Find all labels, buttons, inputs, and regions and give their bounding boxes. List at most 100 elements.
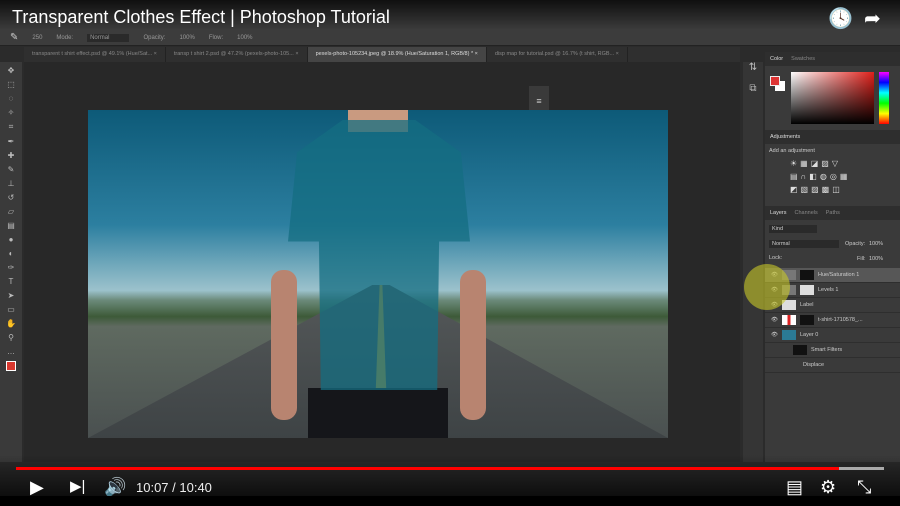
layer-name: Layer 0 bbox=[799, 332, 819, 338]
opacity-label: Opacity: bbox=[143, 34, 166, 41]
foreground-color[interactable] bbox=[770, 76, 780, 86]
play-button[interactable]: ▶ bbox=[30, 477, 44, 497]
filter-mask bbox=[793, 345, 807, 355]
panel-icon-column: ⇅ ⧉ bbox=[743, 62, 763, 462]
video-title[interactable]: Transparent Clothes Effect | Photoshop T… bbox=[12, 7, 390, 28]
right-panels: Color Swatches Adjustments Add an adjust… bbox=[765, 52, 900, 462]
layer-fill[interactable]: 100% bbox=[869, 256, 883, 262]
blend-mode-select[interactable]: Normal bbox=[769, 240, 839, 248]
history-icon[interactable]: ⇅ bbox=[743, 62, 763, 73]
tab-label: pexels-photo-105234.jpeg @ 18.9% (Hue/Sa… bbox=[315, 51, 474, 57]
opacity-label: Opacity: bbox=[845, 241, 866, 247]
lock-label: Lock: bbox=[769, 255, 783, 261]
eye-icon[interactable]: 👁 bbox=[771, 272, 778, 278]
move-tool-icon[interactable]: ✥ bbox=[8, 66, 15, 75]
mode-select[interactable]: Normal bbox=[87, 33, 130, 42]
dodge-icon[interactable]: ◐ bbox=[9, 249, 14, 258]
subtitles-button[interactable]: ▤ bbox=[786, 477, 803, 497]
lasso-tool-icon[interactable]: ◌ bbox=[9, 94, 14, 103]
history-brush-icon[interactable]: ↺ bbox=[8, 193, 15, 202]
layer-thumb bbox=[781, 270, 796, 280]
eye-icon[interactable]: 👁 bbox=[771, 287, 778, 293]
flow-input[interactable]: 100% bbox=[237, 35, 252, 41]
adjustments-title: Adjustments bbox=[770, 134, 801, 140]
layer-thumb bbox=[781, 330, 796, 340]
tab-channels[interactable]: Channels bbox=[795, 210, 818, 216]
adjustments-header: Adjustments bbox=[765, 130, 900, 144]
tab-document[interactable]: transparent t shirt effect.psd @ 49.1% (… bbox=[24, 47, 166, 62]
flow-label: Flow: bbox=[208, 34, 224, 41]
layer-name: Displace bbox=[803, 362, 825, 368]
document-tabs: transparent t shirt effect.psd @ 49.1% (… bbox=[24, 47, 740, 62]
eye-icon[interactable]: 👁 bbox=[771, 332, 778, 338]
fg-bg-color-icon[interactable] bbox=[6, 361, 16, 371]
pen-icon[interactable]: ✑ bbox=[8, 263, 15, 272]
share-icon[interactable]: ➦ bbox=[864, 6, 881, 31]
shape-icon[interactable]: ▭ bbox=[7, 305, 15, 314]
layer-row[interactable]: 👁 Levels 1 bbox=[765, 283, 900, 298]
hand-icon[interactable]: ✋ bbox=[6, 319, 16, 328]
more-icon[interactable]: … bbox=[7, 347, 15, 356]
eraser-icon[interactable]: ▱ bbox=[8, 207, 14, 216]
smart-filters-row[interactable]: Smart Filters bbox=[765, 343, 900, 358]
layer-row[interactable]: 👁 Hue/Saturation 1 bbox=[765, 268, 900, 283]
add-adjustment-label: Add an adjustment bbox=[769, 148, 815, 154]
exit-fullscreen-icon[interactable]: ⤡ bbox=[857, 477, 871, 497]
letterbox bbox=[0, 496, 900, 506]
zoom-icon[interactable]: ⚲ bbox=[8, 333, 14, 342]
eye-icon[interactable]: 👁 bbox=[771, 317, 778, 323]
progress-fill bbox=[16, 467, 839, 470]
gradient-icon[interactable]: ▤ bbox=[7, 221, 15, 230]
fill-label: Fill: bbox=[857, 256, 866, 262]
brush-tool-icon[interactable]: ✎ bbox=[10, 32, 18, 43]
watch-later-icon[interactable]: 🕓 bbox=[828, 6, 853, 31]
adjustment-icons[interactable]: ☀▦◪▨▽ ▤∩◧◍◎▦ ◩▧▨▩◫ bbox=[790, 157, 870, 196]
type-icon[interactable]: T bbox=[9, 277, 14, 286]
tab-document[interactable]: disp map for tutorial.psd @ 16.7% (t shi… bbox=[487, 47, 628, 62]
model-arm bbox=[271, 270, 297, 420]
tools-panel: ✥ ⬚ ◌ ✧ ⌗ ✒ ✚ ✎ ⊥ ↺ ▱ ▤ ● ◐ ✑ T ➤ ▭ ✋ ⚲ … bbox=[0, 62, 22, 462]
marquee-tool-icon[interactable]: ⬚ bbox=[7, 80, 15, 89]
tab-document-active[interactable]: pexels-photo-105234.jpeg @ 18.9% (Hue/Sa… bbox=[307, 47, 487, 62]
properties-icon[interactable]: ≡ bbox=[529, 96, 549, 106]
color-picker-field[interactable] bbox=[791, 72, 874, 124]
layer-row[interactable]: 👁 Layer 0 bbox=[765, 328, 900, 343]
hue-slider[interactable] bbox=[879, 72, 889, 124]
tab-label: transp t shirt 2.psd @ 47.2% (pexels-pho… bbox=[173, 51, 294, 57]
next-button[interactable]: ▶| bbox=[70, 477, 85, 497]
magic-wand-icon[interactable]: ✧ bbox=[8, 108, 15, 117]
layer-row[interactable]: 👁 Label bbox=[765, 298, 900, 313]
stamp-icon[interactable]: ⊥ bbox=[8, 179, 15, 188]
layer-opacity[interactable]: 100% bbox=[869, 241, 883, 247]
filter-row[interactable]: Displace bbox=[765, 358, 900, 373]
brush-size[interactable]: 250 bbox=[32, 35, 42, 41]
tab-paths[interactable]: Paths bbox=[826, 210, 840, 216]
document-canvas-image[interactable] bbox=[88, 110, 668, 438]
layer-name: Levels 1 bbox=[817, 287, 839, 293]
healing-icon[interactable]: ✚ bbox=[8, 151, 15, 160]
brush-icon[interactable]: ✎ bbox=[8, 165, 15, 174]
eyedropper-icon[interactable]: ✒ bbox=[8, 137, 15, 146]
layer-thumb bbox=[781, 315, 796, 325]
crop-tool-icon[interactable]: ⌗ bbox=[9, 122, 14, 132]
actions-icon[interactable]: ⧉ bbox=[743, 83, 763, 94]
layer-row[interactable]: 👁 t-shirt-1710578_... bbox=[765, 313, 900, 328]
tab-layers[interactable]: Layers bbox=[770, 210, 787, 216]
opacity-input[interactable]: 100% bbox=[179, 35, 194, 41]
layer-thumb bbox=[781, 285, 796, 295]
layer-mask bbox=[799, 315, 814, 325]
tab-document[interactable]: transp t shirt 2.psd @ 47.2% (pexels-pho… bbox=[166, 47, 308, 62]
tab-color[interactable]: Color bbox=[770, 56, 783, 62]
layer-thumb bbox=[781, 300, 796, 310]
model-arm bbox=[460, 270, 486, 420]
tab-swatches[interactable]: Swatches bbox=[791, 56, 815, 62]
progress-bar[interactable] bbox=[16, 467, 884, 470]
layer-name: Smart Filters bbox=[811, 347, 843, 353]
settings-gear-icon[interactable]: ⚙ bbox=[820, 477, 836, 497]
volume-button[interactable]: 🔊 bbox=[104, 477, 126, 497]
kind-filter[interactable]: Kind bbox=[769, 225, 817, 233]
path-select-icon[interactable]: ➤ bbox=[8, 291, 15, 300]
eye-icon[interactable]: 👁 bbox=[771, 302, 778, 308]
blur-icon[interactable]: ● bbox=[9, 235, 14, 244]
model-pants bbox=[308, 388, 448, 438]
